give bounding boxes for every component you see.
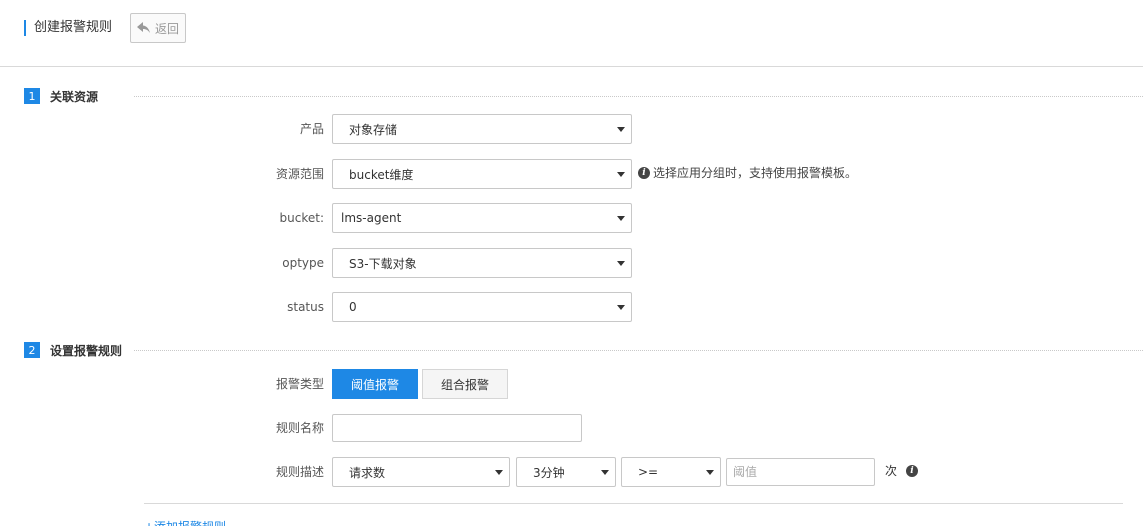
section-divider [134, 96, 1143, 97]
product-label: 产品 [299, 122, 324, 136]
title-accent-bar [24, 20, 26, 36]
caret-down-icon [617, 261, 625, 266]
status-select[interactable]: 0 [332, 292, 632, 322]
optype-select[interactable]: S3-下载对象 [332, 248, 632, 278]
section-number: 2 [24, 342, 40, 358]
resource-scope-select[interactable]: bucket维度 [332, 159, 632, 189]
section-title: 设置报警规则 [50, 343, 123, 358]
product-select[interactable]: 对象存储 [332, 114, 632, 144]
metric-select[interactable]: 请求数 [332, 457, 510, 487]
rule-name-label: 规则名称 [275, 421, 324, 435]
product-select-value: 对象存储 [349, 122, 398, 137]
page-title: 创建报警规则 [34, 20, 113, 35]
resource-scope-label: 资源范围 [275, 167, 324, 181]
add-alarm-rule-link[interactable]: +添加报警规则 [144, 518, 226, 526]
caret-down-icon [706, 470, 714, 475]
section-divider [134, 350, 1143, 351]
unit-label: 次 [885, 464, 898, 478]
bucket-select-value: lms-agent [341, 211, 402, 225]
back-button[interactable]: 返回 [130, 13, 186, 43]
caret-down-icon [601, 470, 609, 475]
resource-scope-hint: 选择应用分组时，支持使用报警模板。 [653, 166, 858, 180]
rule-desc-label: 规则描述 [275, 465, 324, 479]
section-title: 关联资源 [50, 89, 99, 104]
caret-down-icon [617, 216, 625, 221]
period-select-value: 3分钟 [533, 465, 565, 480]
operator-select-value: >= [638, 465, 659, 479]
optype-select-value: S3-下载对象 [349, 256, 417, 271]
status-label: status [287, 300, 324, 314]
caret-down-icon [617, 127, 625, 132]
section-related-resources: 1 关联资源 [24, 88, 98, 104]
info-icon: i [638, 167, 650, 179]
caret-down-icon [495, 470, 503, 475]
page-header: 创建报警规则 返回 [0, 0, 1143, 67]
optype-label: optype [282, 256, 324, 270]
operator-select[interactable]: >= [621, 457, 721, 487]
alarm-type-label: 报警类型 [275, 377, 324, 391]
caret-down-icon [617, 305, 625, 310]
metric-select-value: 请求数 [349, 465, 386, 480]
rule-name-input[interactable] [332, 414, 582, 442]
section-number: 1 [24, 88, 40, 104]
combined-alarm-button[interactable]: 组合报警 [422, 369, 508, 399]
reply-arrow-icon [136, 22, 150, 33]
resource-scope-select-value: bucket维度 [349, 167, 414, 182]
status-select-value: 0 [349, 300, 357, 314]
period-select[interactable]: 3分钟 [516, 457, 616, 487]
info-icon[interactable]: i [906, 465, 918, 477]
back-button-label: 返回 [154, 21, 179, 36]
threshold-input[interactable] [726, 458, 875, 486]
caret-down-icon [617, 172, 625, 177]
bucket-label: bucket: [279, 211, 324, 225]
section-alarm-rules: 2 设置报警规则 [24, 342, 122, 358]
bucket-select[interactable]: lms-agent [332, 203, 632, 233]
form-divider [144, 503, 1123, 504]
threshold-alarm-button[interactable]: 阈值报警 [332, 369, 418, 399]
